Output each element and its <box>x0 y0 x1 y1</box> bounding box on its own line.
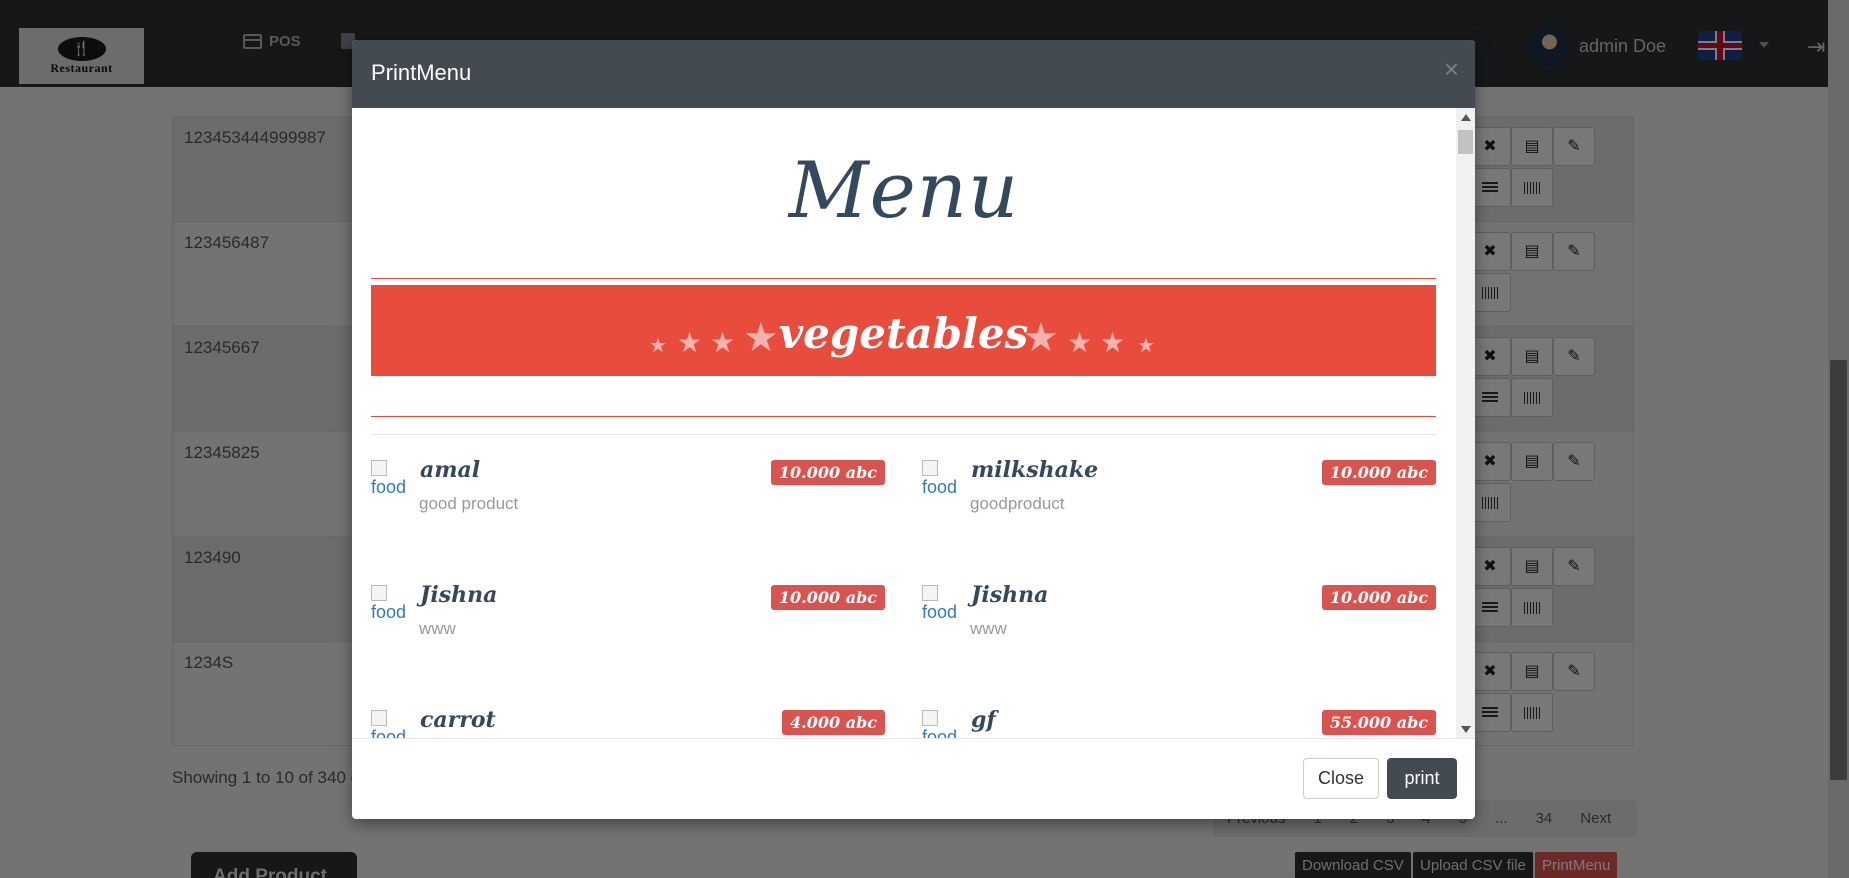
food-image: food <box>371 460 407 500</box>
menu-item: food Jishna www 10.000 abc <box>922 582 1436 645</box>
print-button[interactable]: print <box>1387 758 1457 799</box>
price-badge: 10.000 abc <box>1321 585 1436 610</box>
price-badge: 55.000 abc <box>1321 710 1436 735</box>
menu-item-name: gf <box>971 707 996 733</box>
page-scrollbar-thumb[interactable] <box>1830 360 1847 780</box>
divider <box>371 416 1436 417</box>
modal-header: PrintMenu × <box>352 40 1475 108</box>
close-icon[interactable]: × <box>1444 56 1459 82</box>
menu-item: food carrot 4.000 abc <box>371 707 885 739</box>
modal-title: PrintMenu <box>371 60 472 85</box>
menu-item-description: www <box>419 619 456 638</box>
menu-item: food milkshake goodproduct 10.000 abc <box>922 457 1436 520</box>
menu-item: food gf 55.000 abc <box>922 707 1436 739</box>
scroll-down-icon[interactable] <box>1461 726 1471 733</box>
menu-item-description: good product <box>419 494 519 513</box>
menu-item-name: amal <box>420 457 481 483</box>
modal-scrollbar[interactable] <box>1456 108 1475 739</box>
print-menu-modal: PrintMenu × Menu ★ ★ ★ ★ vegetables ★ ★ … <box>352 40 1475 819</box>
menu-item-description: goodproduct <box>970 494 1065 513</box>
modal-scrollbar-thumb[interactable] <box>1458 130 1473 154</box>
star-icon: ★ <box>1067 326 1093 359</box>
price-badge: 10.000 abc <box>1321 460 1436 485</box>
food-image: food <box>922 460 958 500</box>
scroll-up-icon[interactable] <box>1461 114 1471 121</box>
price-badge: 4.000 abc <box>782 710 885 735</box>
category-title: vegetables <box>778 309 1029 358</box>
food-image: food <box>371 585 407 625</box>
menu-item: food amal good product 10.000 abc <box>371 457 885 520</box>
menu-item-name: carrot <box>420 707 496 733</box>
food-image: food <box>922 585 958 625</box>
close-button[interactable]: Close <box>1303 758 1379 799</box>
menu-item-name: Jishna <box>420 582 498 608</box>
price-badge: 10.000 abc <box>770 460 885 485</box>
menu-heading: Menu <box>788 146 1020 236</box>
page-scrollbar[interactable] <box>1828 0 1849 878</box>
menu-item-name: milkshake <box>971 457 1099 483</box>
divider <box>371 278 1436 279</box>
food-image: food <box>371 710 407 739</box>
menu-item: food Jishna www 10.000 abc <box>371 582 885 645</box>
star-icon: ★ <box>1023 315 1059 361</box>
modal-footer: Close print <box>352 738 1475 819</box>
category-banner: ★ ★ ★ ★ vegetables ★ ★ ★ ★ <box>371 285 1436 376</box>
divider <box>371 434 1436 435</box>
star-icon: ★ <box>1100 326 1126 359</box>
star-icon: ★ <box>1137 333 1155 357</box>
menu-item-description: www <box>970 619 1007 638</box>
modal-body: Menu ★ ★ ★ ★ vegetables ★ ★ ★ ★ food ama… <box>352 108 1475 739</box>
price-badge: 10.000 abc <box>770 585 885 610</box>
menu-item-name: Jishna <box>971 582 1049 608</box>
food-image: food <box>922 710 958 739</box>
